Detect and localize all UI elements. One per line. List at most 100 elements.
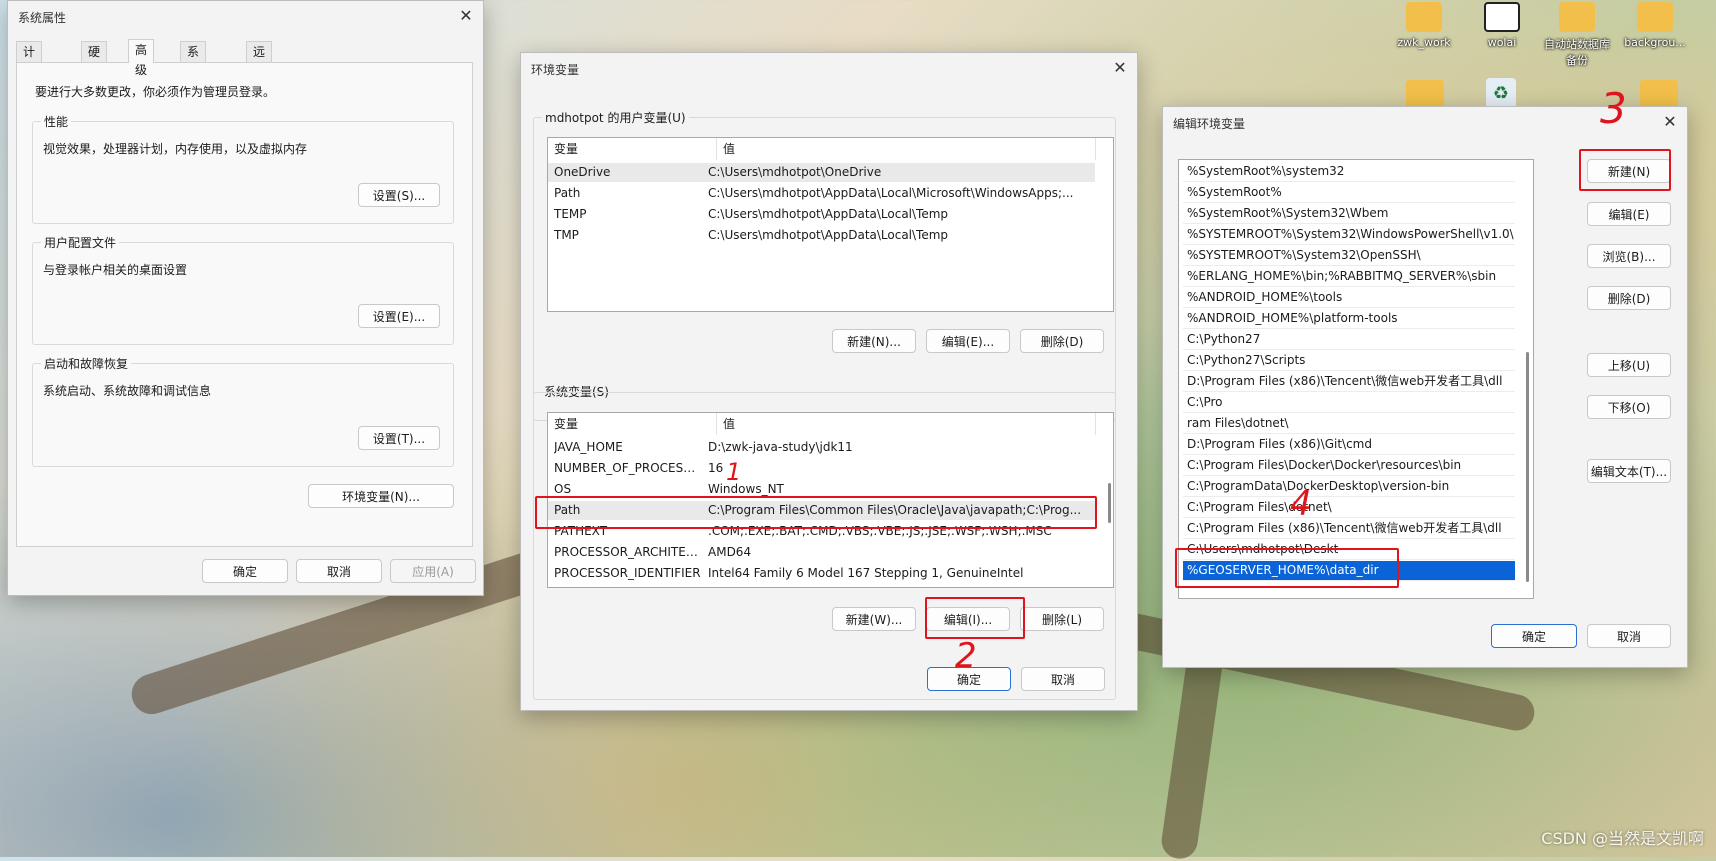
desktop-icon-label: wolai [1487, 36, 1517, 49]
titlebar[interactable]: 环境变量 ✕ [521, 53, 1137, 83]
path-entries-list[interactable]: %SystemRoot%\system32 %SystemRoot% %System… [1178, 159, 1534, 599]
path-entry[interactable]: C:\Program Files\Docker\Docker\resources… [1183, 456, 1515, 476]
path-entry[interactable]: C:\Python27\Scripts [1183, 351, 1515, 371]
annotation-box-path-row [535, 496, 1097, 529]
scrollbar-thumb[interactable] [1526, 352, 1529, 582]
close-icon[interactable]: ✕ [1659, 111, 1681, 133]
variable-name: NUMBER_OF_PROCESSORS [554, 461, 702, 475]
path-entry[interactable]: %SYSTEMROOT%\System32\OpenSSH\ [1183, 246, 1515, 266]
admin-note: 要进行大多数更改，你必须作为管理员登录。 [35, 85, 276, 99]
variable-value: Intel64 Family 6 Model 167 Stepping 1, G… [708, 566, 1024, 580]
path-entry[interactable]: %ANDROID_HOME%\platform-tools [1183, 309, 1515, 329]
desktop-icon-zwk-work[interactable]: zwk_work [1387, 2, 1461, 49]
variable-name: TMP [554, 228, 579, 242]
folder-icon[interactable] [1640, 80, 1678, 108]
desktop-icon-background[interactable]: backgrou... [1618, 2, 1692, 49]
column-header-value[interactable]: 值 [717, 138, 1096, 160]
table-row[interactable]: PROCESSOR_ARCHITECT... AMD64 [548, 543, 1095, 562]
table-row[interactable]: NUMBER_OF_PROCESSORS 16 [548, 459, 1095, 478]
table-header: 变量 值 [548, 413, 1113, 435]
group-label: mdhotpot 的用户变量(U) [542, 109, 689, 126]
variable-name: PROCESSOR_ARCHITECT... [554, 545, 702, 559]
folder-icon[interactable] [1406, 80, 1444, 108]
path-entry[interactable]: C:\Pro [1183, 393, 1515, 413]
path-entry[interactable]: %SystemRoot%\system32 [1183, 162, 1515, 182]
table-row[interactable]: TMP C:\Users\mdhotpot\AppData\Local\Temp [548, 226, 1095, 245]
column-header-value[interactable]: 值 [717, 413, 1096, 435]
path-entry[interactable]: %SystemRoot% [1183, 183, 1515, 203]
table-row[interactable]: Path C:\Users\mdhotpot\AppData\Local\Mic… [548, 184, 1095, 203]
delete-entry-button[interactable]: 删除(D) [1587, 286, 1671, 310]
desktop-icon-label: backgrou... [1624, 36, 1686, 49]
path-entry[interactable]: %ERLANG_HOME%\bin;%RABBITMQ_SERVER%\sbin [1183, 267, 1515, 287]
scrollbar-thumb[interactable] [1108, 483, 1111, 523]
system-delete-button[interactable]: 删除(L) [1020, 607, 1104, 631]
path-entry[interactable]: ram Files\dotnet\ [1183, 414, 1515, 434]
tab-system-protection[interactable]: 系统保护 [180, 41, 207, 119]
group-description: 视觉效果，处理器计划，内存使用，以及虚拟内存 [43, 142, 308, 156]
table-row[interactable]: TEMP C:\Users\mdhotpot\AppData\Local\Tem… [548, 205, 1095, 224]
cancel-button[interactable]: 取消 [1587, 624, 1671, 648]
cancel-button[interactable]: 取消 [296, 559, 382, 583]
path-entry[interactable]: D:\Program Files (x86)\Git\cmd [1183, 435, 1515, 455]
cancel-button[interactable]: 取消 [1021, 667, 1105, 691]
desktop-icon-backup[interactable]: 自动站数据库备份 [1540, 2, 1614, 68]
move-up-button[interactable]: 上移(U) [1587, 353, 1671, 377]
close-icon[interactable]: ✕ [455, 5, 477, 27]
tab-remote[interactable]: 远程 [246, 41, 273, 79]
group-label: 用户配置文件 [41, 234, 120, 251]
desktop-icon-label: zwk_work [1397, 36, 1451, 49]
window-title: 系统属性 [18, 11, 67, 25]
move-down-button[interactable]: 下移(O) [1587, 395, 1671, 419]
profile-settings-button[interactable]: 设置(E)... [358, 304, 440, 328]
table-row[interactable]: PROCESSOR_IDENTIFIER Intel64 Family 6 Mo… [548, 564, 1095, 583]
edit-entry-button[interactable]: 编辑(E) [1587, 202, 1671, 226]
variable-name: JAVA_HOME [554, 440, 623, 454]
path-entry[interactable]: C:\Python27 [1183, 330, 1515, 350]
path-entry[interactable]: D:\Program Files (x86)\Tencent\微信web开发者工… [1183, 372, 1515, 392]
advanced-tab-panel: 要进行大多数更改，你必须作为管理员登录。 性能 视觉效果，处理器计划，内存使用，… [16, 62, 473, 547]
wolai-app-icon [1484, 2, 1520, 32]
window-title: 环境变量 [531, 63, 580, 77]
titlebar[interactable]: 系统属性 ✕ [8, 1, 483, 31]
annotation-box-edit-button [925, 597, 1025, 639]
apply-button[interactable]: 应用(A) [390, 559, 476, 583]
ok-button[interactable]: 确定 [202, 559, 288, 583]
path-entry[interactable]: C:\Program Files (x86)\Tencent\微信web开发者工… [1183, 519, 1515, 539]
folder-icon [1559, 2, 1595, 32]
variable-value: C:\Users\mdhotpot\AppData\Local\Temp [708, 228, 949, 242]
performance-settings-button[interactable]: 设置(S)... [358, 183, 440, 207]
user-variables-table[interactable]: 变量 值 OneDrive C:\Users\mdhotpot\OneDrive… [547, 137, 1114, 312]
table-row[interactable]: OneDrive C:\Users\mdhotpot\OneDrive [548, 163, 1095, 182]
tab-computer-name[interactable]: 计算机名 [16, 41, 43, 119]
edit-text-button[interactable]: 编辑文本(T)... [1587, 459, 1671, 483]
tab-hardware[interactable]: 硬件 [81, 41, 108, 79]
column-header-variable[interactable]: 变量 [548, 138, 717, 160]
user-edit-button[interactable]: 编辑(E)... [926, 329, 1010, 353]
path-entry[interactable]: %SystemRoot%\System32\Wbem [1183, 204, 1515, 224]
environment-variables-button[interactable]: 环境变量(N)... [308, 484, 454, 508]
ok-button[interactable]: 确定 [1491, 624, 1577, 648]
table-row[interactable]: JAVA_HOME D:\zwk-java-study\jdk11 [548, 438, 1095, 457]
variable-value: D:\zwk-java-study\jdk11 [708, 440, 853, 454]
path-entry[interactable]: %SYSTEMROOT%\System32\WindowsPowerShell\… [1183, 225, 1515, 245]
user-delete-button[interactable]: 删除(D) [1020, 329, 1104, 353]
tab-advanced[interactable]: 高级 [128, 39, 155, 77]
environment-variables-window: 环境变量 ✕ mdhotpot 的用户变量(U) 变量 值 OneDrive C… [520, 52, 1138, 711]
close-icon[interactable]: ✕ [1109, 57, 1131, 79]
path-entry[interactable]: C:\ProgramData\DockerDesktop\version-bin [1183, 477, 1515, 497]
user-new-button[interactable]: 新建(N)... [832, 329, 916, 353]
path-entry[interactable]: %ANDROID_HOME%\tools [1183, 288, 1515, 308]
desktop-icon-wolai[interactable]: wolai [1465, 2, 1539, 49]
browse-button[interactable]: 浏览(B)... [1587, 244, 1671, 268]
user-variables-group: mdhotpot 的用户变量(U) 变量 值 OneDrive C:\Users… [533, 109, 1116, 421]
path-entry[interactable]: C:\Program Files\dotnet\ [1183, 498, 1515, 518]
startup-settings-button[interactable]: 设置(T)... [358, 426, 440, 450]
performance-group: 性能 视觉效果，处理器计划，内存使用，以及虚拟内存 设置(S)... [32, 113, 454, 224]
group-label: 性能 [41, 113, 72, 130]
system-new-button[interactable]: 新建(W)... [832, 607, 916, 631]
annotation-number-3: 3 [1600, 84, 1627, 133]
watermark: CSDN @当然是文凯啊 [1541, 829, 1704, 848]
column-header-variable[interactable]: 变量 [548, 413, 717, 435]
annotation-number-4: 4 [1290, 484, 1312, 524]
